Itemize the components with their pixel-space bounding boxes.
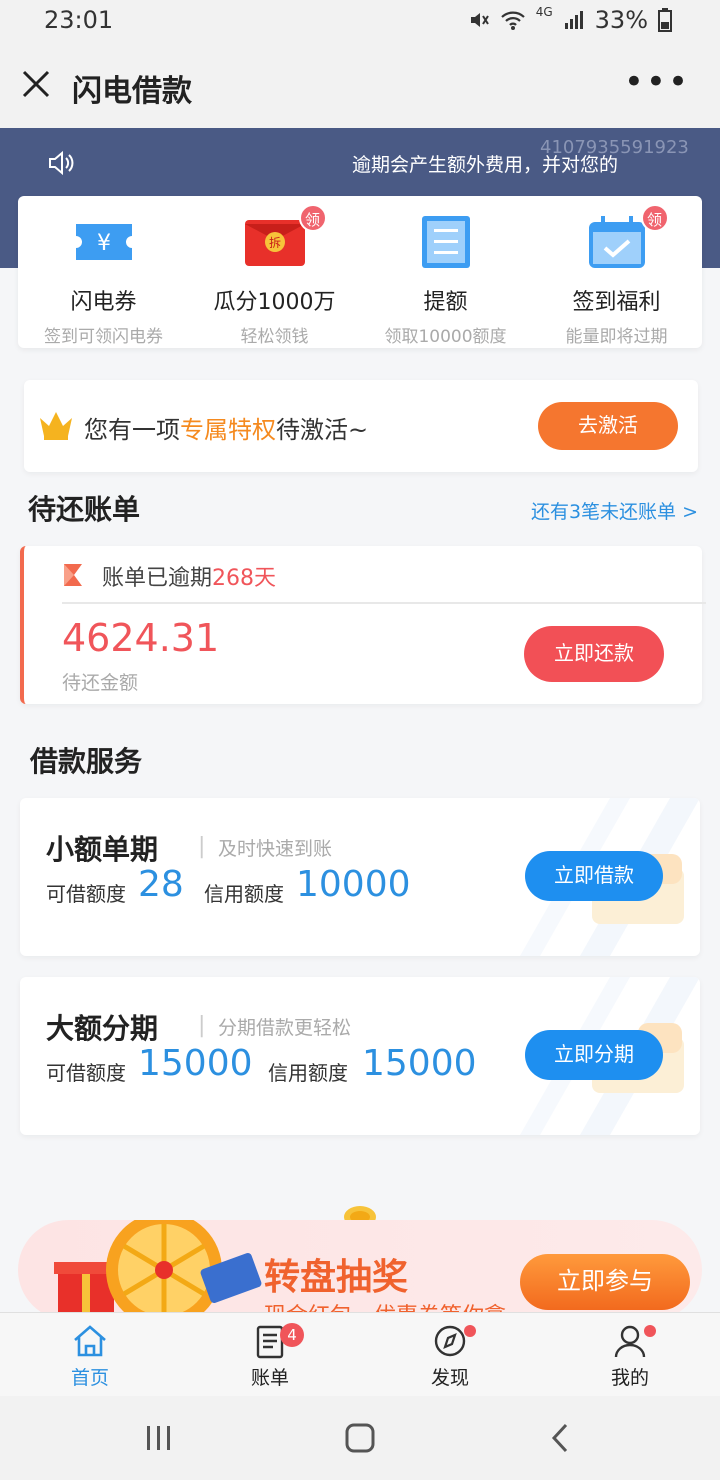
quick-entry-label: 闪电券 bbox=[70, 290, 137, 315]
crown-icon bbox=[40, 412, 72, 440]
claim-badge: 领 bbox=[640, 204, 669, 232]
bill-amount-label: 待还金额 bbox=[62, 672, 139, 694]
more-menu-icon[interactable]: ••• bbox=[624, 62, 690, 102]
quick-entry-sub: 能量即将过期 bbox=[565, 327, 668, 347]
svg-text:拆: 拆 bbox=[268, 235, 280, 250]
tab-profile[interactable]: 我的 bbox=[540, 1323, 720, 1390]
calendar-check-icon bbox=[588, 216, 645, 268]
recent-apps-icon[interactable] bbox=[144, 1424, 174, 1452]
wifi-icon bbox=[500, 11, 525, 30]
quick-entries-card: ¥ 闪电券 签到可领闪电券 拆 领 瓜分1000万 轻松领钱 提额 领取1000… bbox=[18, 196, 702, 348]
bill-card[interactable]: 账单已逾期268天 4624.31 待还金额 立即还款 bbox=[20, 546, 706, 704]
close-icon[interactable] bbox=[18, 66, 54, 102]
loan-desc: 及时快速到账 bbox=[218, 838, 333, 860]
document-icon bbox=[421, 216, 470, 268]
credit-value: 10000 bbox=[296, 864, 411, 905]
tab-label: 我的 bbox=[610, 1367, 649, 1389]
signal-icon bbox=[564, 11, 583, 29]
promo-title: 转盘抽奖 bbox=[264, 1257, 409, 1298]
quick-entry-label: 签到福利 bbox=[572, 290, 661, 315]
nav-bar: 闪电借款 ••• bbox=[0, 44, 720, 128]
loan-card-large[interactable]: 大额分期 | 分期借款更轻松 可借额度 15000 信用额度 15000 立即分… bbox=[20, 977, 700, 1135]
bill-amount: 4624.31 bbox=[62, 616, 220, 660]
loan-name: 大额分期 bbox=[46, 1012, 159, 1045]
svg-text:¥: ¥ bbox=[97, 231, 111, 256]
join-now-button[interactable]: 立即参与 bbox=[520, 1254, 690, 1310]
more-bills-link[interactable]: 还有3笔未还账单 > bbox=[531, 497, 698, 524]
home-button-icon[interactable] bbox=[344, 1422, 376, 1454]
tab-bar: 首页 4 账单 发现 我的 bbox=[0, 1312, 720, 1396]
quick-entry-checkin[interactable]: 领 签到福利 能量即将过期 bbox=[531, 204, 702, 347]
activate-button[interactable]: 去激活 bbox=[538, 402, 678, 450]
tab-home[interactable]: 首页 bbox=[0, 1323, 180, 1390]
quick-entry-share[interactable]: 拆 领 瓜分1000万 轻松领钱 bbox=[189, 204, 360, 347]
page-title: 闪电借款 bbox=[72, 74, 192, 109]
loan-card-small[interactable]: 小额单期 | 及时快速到账 可借额度 28 信用额度 10000 立即借款 bbox=[20, 798, 700, 956]
network-type: 4G bbox=[535, 5, 553, 19]
speaker-icon bbox=[49, 150, 74, 176]
ticket-icon: ¥ bbox=[75, 224, 132, 260]
tab-label: 账单 bbox=[250, 1367, 289, 1389]
battery-icon bbox=[658, 8, 672, 32]
credit-label: 信用额度 bbox=[268, 1061, 348, 1085]
id-watermark: 4107935591923 bbox=[540, 137, 689, 158]
loan-name: 小额单期 bbox=[46, 833, 159, 866]
quick-entry-sub: 领取10000额度 bbox=[384, 327, 507, 347]
claim-badge: 领 bbox=[298, 204, 327, 232]
quick-entry-label: 瓜分1000万 bbox=[213, 290, 336, 315]
privilege-card: 您有一项专属特权待激活~ 去激活 bbox=[24, 380, 698, 472]
lottery-wheel-icon bbox=[54, 1220, 262, 1320]
loan-section-title: 借款服务 bbox=[30, 745, 143, 778]
separator: | bbox=[198, 834, 206, 859]
overdue-status: 账单已逾期268天 bbox=[102, 566, 277, 591]
status-icons: 4G 33% bbox=[468, 5, 672, 34]
tab-discover[interactable]: 发现 bbox=[360, 1323, 540, 1390]
bill-count-badge: 4 bbox=[280, 1323, 304, 1347]
separator: | bbox=[198, 1013, 206, 1038]
notification-dot bbox=[644, 1325, 656, 1337]
borrow-now-button[interactable]: 立即借款 bbox=[525, 851, 663, 901]
quick-entry-label: 提额 bbox=[423, 290, 468, 315]
quick-entry-coupon[interactable]: ¥ 闪电券 签到可领闪电券 bbox=[18, 214, 189, 347]
lottery-banner[interactable]: 转盘抽奖 现金红包、优惠券等你拿 立即参与 bbox=[18, 1220, 702, 1320]
notification-dot bbox=[464, 1325, 476, 1337]
privilege-text: 您有一项专属特权待激活~ bbox=[84, 416, 369, 444]
available-label: 可借额度 bbox=[46, 1061, 126, 1085]
status-time: 23:01 bbox=[44, 6, 114, 34]
quick-entry-raise-limit[interactable]: 提额 领取10000额度 bbox=[360, 214, 531, 347]
repay-button[interactable]: 立即还款 bbox=[524, 626, 664, 682]
credit-value: 15000 bbox=[362, 1043, 477, 1084]
bills-section-title: 待还账单 bbox=[28, 493, 141, 526]
back-icon[interactable] bbox=[548, 1422, 572, 1454]
divider bbox=[62, 602, 706, 604]
red-envelope-icon: 拆 bbox=[244, 220, 305, 266]
available-value: 15000 bbox=[138, 1043, 253, 1084]
loan-desc: 分期借款更轻松 bbox=[218, 1017, 352, 1039]
tab-label: 发现 bbox=[430, 1367, 469, 1389]
mute-icon bbox=[470, 13, 489, 27]
battery-percent: 33% bbox=[594, 6, 648, 34]
home-icon bbox=[74, 1325, 106, 1357]
quick-entry-sub: 签到可领闪电券 bbox=[44, 327, 163, 347]
status-bar: 23:01 4G 33% bbox=[0, 0, 720, 44]
quick-entry-sub: 轻松领钱 bbox=[240, 327, 309, 347]
available-label: 可借额度 bbox=[46, 882, 126, 906]
available-value: 28 bbox=[138, 864, 184, 905]
tab-label: 首页 bbox=[70, 1367, 109, 1389]
installment-now-button[interactable]: 立即分期 bbox=[525, 1030, 663, 1080]
tab-bills[interactable]: 4 账单 bbox=[180, 1323, 360, 1390]
credit-label: 信用额度 bbox=[204, 882, 284, 906]
overdue-flag-icon bbox=[64, 564, 82, 586]
system-nav-bar bbox=[0, 1396, 720, 1480]
